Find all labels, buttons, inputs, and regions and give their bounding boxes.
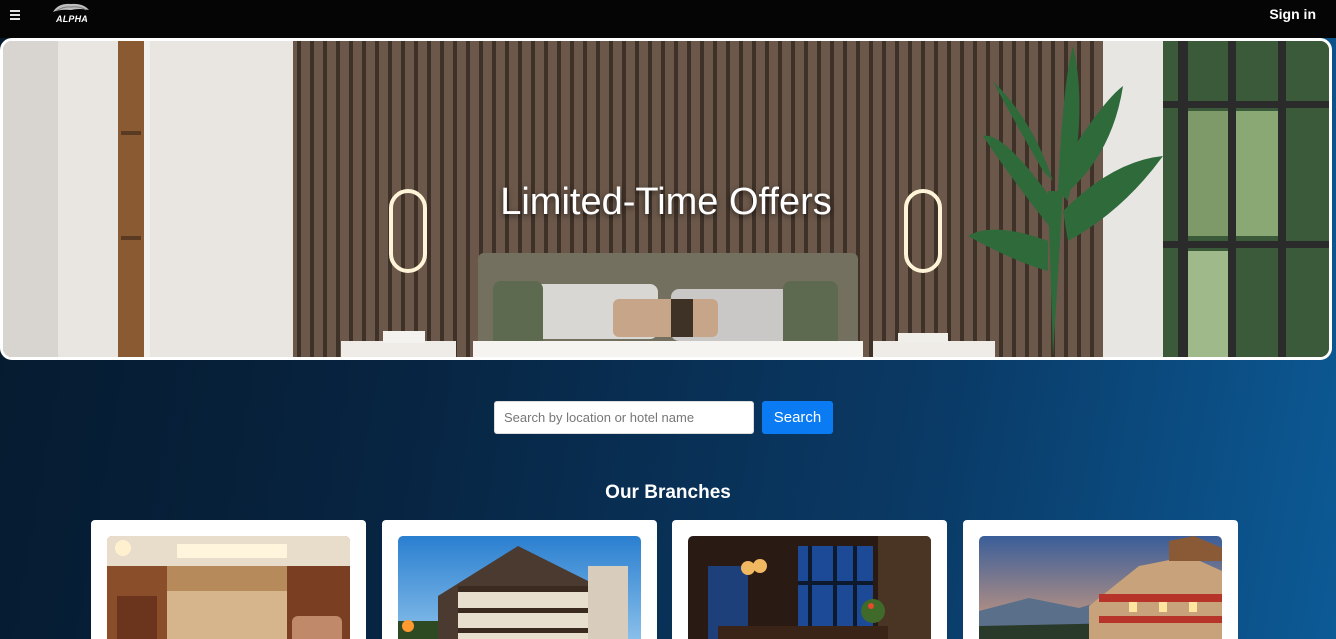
search-bar: Search (494, 401, 834, 435)
mountain-resort-image (979, 536, 1222, 639)
search-button[interactable]: Search (762, 401, 833, 434)
branch-card[interactable] (382, 520, 657, 639)
branch-card[interactable] (672, 520, 947, 639)
menu-icon[interactable] (10, 8, 24, 22)
hotel-lobby-image (107, 536, 350, 639)
sign-in-link[interactable]: Sign in (1269, 6, 1316, 22)
branches-list (91, 520, 1241, 639)
logo-text: ALPHA (56, 14, 88, 24)
alpha-logo[interactable]: ALPHA (50, 0, 92, 28)
search-input[interactable] (494, 401, 754, 434)
hero-title: Limited-Time Offers (500, 181, 832, 223)
hero-banner: Limited-Time Offers (0, 38, 1332, 360)
hotel-building-image (398, 536, 641, 639)
branch-card[interactable] (963, 520, 1238, 639)
top-navbar: ALPHA Sign in (0, 0, 1336, 38)
branches-title: Our Branches (605, 482, 731, 503)
hotel-restaurant-image (688, 536, 931, 639)
branch-card[interactable] (91, 520, 366, 639)
